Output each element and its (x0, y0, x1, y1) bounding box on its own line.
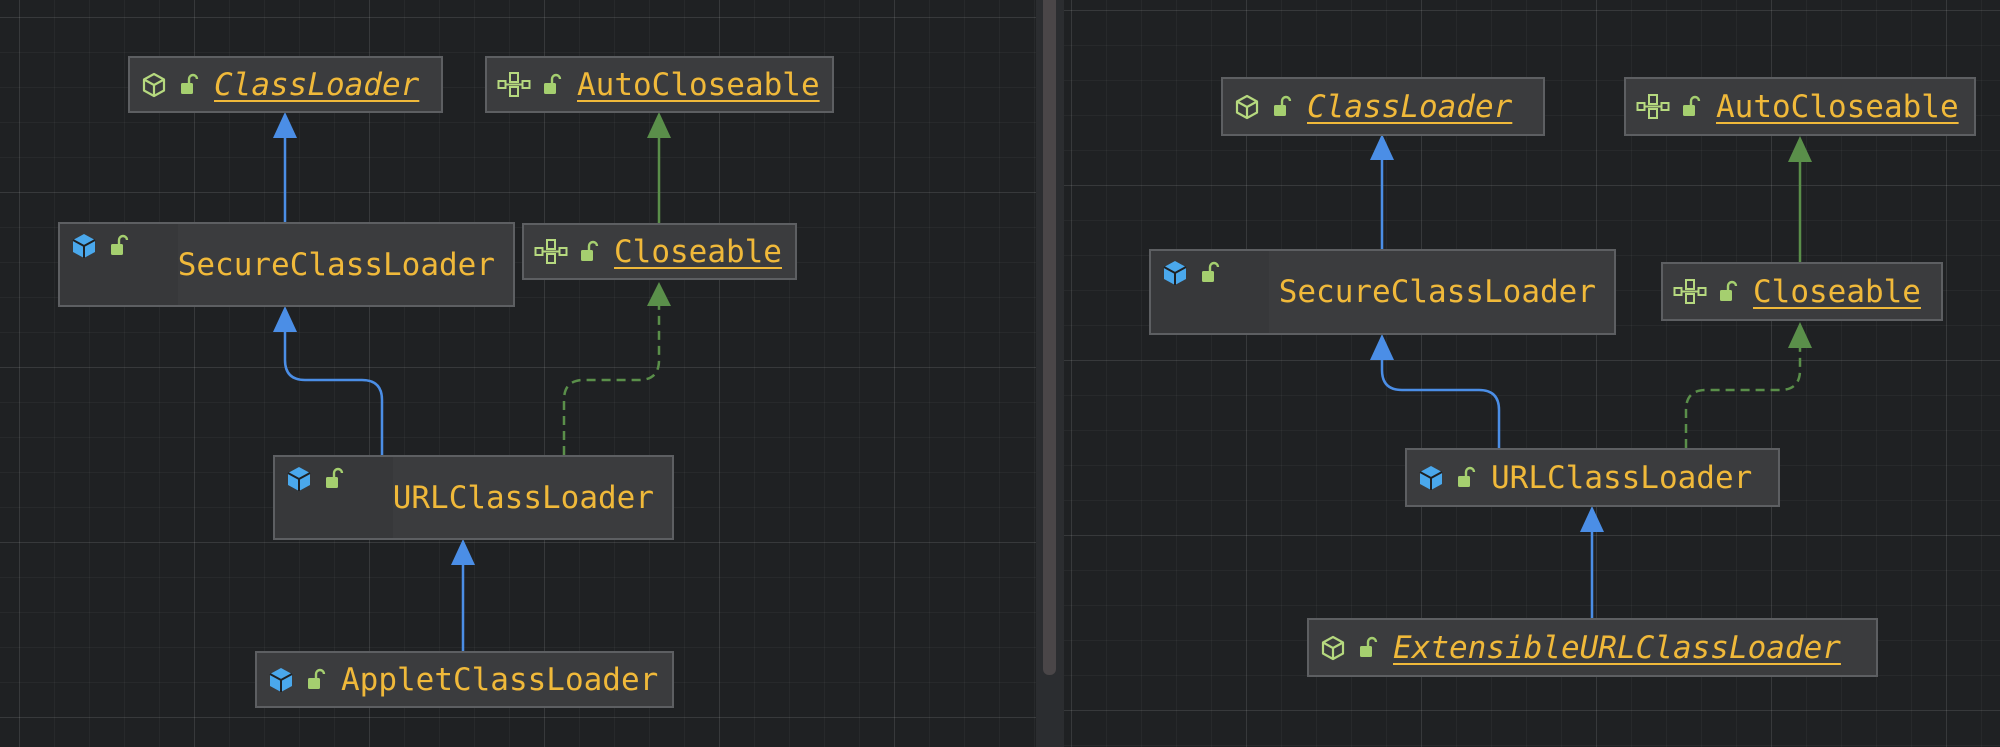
node-secureclassloader[interactable]: SecureClassLoader (1149, 249, 1616, 335)
interface-icon (1673, 278, 1707, 306)
arrowhead-autocloseable (647, 112, 671, 138)
public-visibility-icon (1357, 636, 1379, 660)
public-visibility-icon (1455, 466, 1477, 490)
node-label: ClassLoader (1307, 88, 1513, 125)
node-icons (285, 465, 345, 493)
node-closeable[interactable]: Closeable (1661, 262, 1943, 321)
abstract-class-icon (1233, 93, 1261, 121)
diagram-canvas: ClassLoader AutoCloseable SecureClassLoa… (0, 0, 2000, 747)
arrowhead-autocloseable (1788, 136, 1812, 162)
public-visibility-icon (1271, 95, 1293, 119)
public-visibility-icon (323, 467, 345, 491)
node-label: AutoCloseable (1716, 88, 1959, 125)
abstract-class-icon (140, 71, 168, 99)
node-appletclassloader[interactable]: AppletClassLoader (255, 651, 674, 708)
class-icon (70, 232, 98, 260)
edge-url-to-secure (1380, 358, 1501, 448)
edge-url-implements-closeable (1684, 346, 1802, 448)
class-icon (1417, 464, 1445, 492)
arrowhead-classloader (273, 112, 297, 138)
node-label: URLClassLoader (392, 479, 654, 516)
scrollbar-thumb[interactable] (1043, 0, 1056, 675)
node-autocloseable[interactable]: AutoCloseable (485, 56, 834, 113)
arrowhead-urlclassloader (1580, 506, 1604, 532)
node-closeable[interactable]: Closeable (522, 223, 797, 280)
edge-url-to-secure (283, 332, 384, 455)
public-visibility-icon (178, 73, 200, 97)
public-visibility-icon (541, 73, 563, 97)
interface-icon (497, 71, 531, 99)
arrowhead-secureclassloader (1370, 334, 1394, 360)
interface-icon (534, 238, 568, 266)
public-visibility-icon (1680, 95, 1702, 119)
arrowhead-urlclassloader (451, 539, 475, 565)
node-label: SecureClassLoader (177, 246, 495, 283)
node-label: SecureClassLoader (1278, 274, 1596, 310)
public-visibility-icon (1717, 280, 1739, 304)
node-classloader[interactable]: ClassLoader (128, 56, 443, 113)
node-label: AppletClassLoader (341, 661, 659, 698)
class-icon (1161, 259, 1189, 287)
public-visibility-icon (108, 234, 130, 258)
public-visibility-icon (305, 668, 327, 692)
node-extensibleurlclassloader[interactable]: ExtensibleURLClassLoader (1307, 618, 1878, 677)
arrowhead-closeable (1788, 322, 1812, 348)
interface-icon (1636, 93, 1670, 121)
node-icons (1161, 259, 1221, 287)
arrowhead-closeable (647, 282, 671, 306)
node-label: Closeable (614, 233, 782, 270)
arrowhead-secureclassloader (273, 306, 297, 332)
left-diagram-pane[interactable]: ClassLoader AutoCloseable SecureClassLoa… (0, 0, 1036, 747)
node-label: URLClassLoader (1491, 459, 1753, 496)
node-label: AutoCloseable (577, 66, 820, 103)
class-icon (267, 666, 295, 694)
node-urlclassloader[interactable]: URLClassLoader (273, 455, 674, 540)
arrowhead-classloader (1370, 134, 1394, 160)
node-label: ClassLoader (214, 66, 420, 103)
public-visibility-icon (578, 240, 600, 264)
node-autocloseable[interactable]: AutoCloseable (1624, 77, 1976, 136)
class-icon (285, 465, 313, 493)
node-label: ExtensibleURLClassLoader (1393, 629, 1841, 666)
right-diagram-pane[interactable]: ClassLoader AutoCloseable SecureClassLoa… (1064, 0, 2000, 747)
node-label: Closeable (1753, 273, 1921, 310)
node-urlclassloader[interactable]: URLClassLoader (1405, 448, 1780, 507)
node-secureclassloader[interactable]: SecureClassLoader (58, 222, 515, 307)
abstract-class-icon (1319, 634, 1347, 662)
edge-url-implements-closeable (562, 306, 661, 455)
node-icons (70, 232, 130, 260)
node-classloader[interactable]: ClassLoader (1221, 77, 1545, 136)
public-visibility-icon (1199, 261, 1221, 285)
